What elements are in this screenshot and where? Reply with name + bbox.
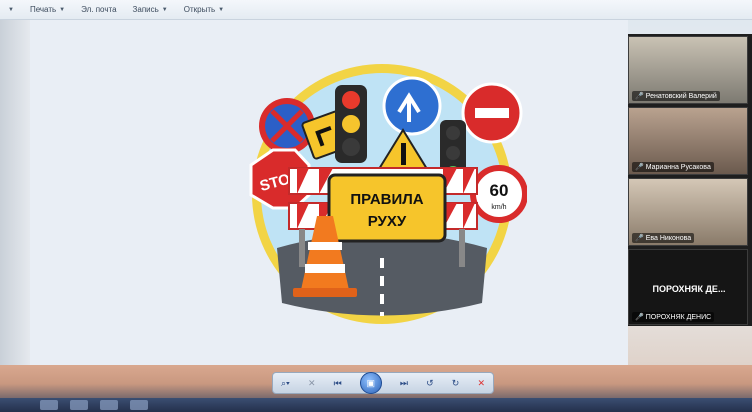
mic-muted-icon: 🎤 (635, 235, 644, 242)
svg-text:km/h: km/h (491, 204, 506, 211)
menu-open[interactable]: Открыть ▼ (184, 5, 224, 14)
rotate-right-icon[interactable]: ↻ (452, 378, 460, 388)
menu-print[interactable]: Печать ▼ (30, 5, 65, 14)
menu-email[interactable]: Эл. почта (81, 5, 116, 14)
left-desktop-strip (0, 20, 30, 365)
participant-label-4: 🎤 ПОРОХНЯК ДЕНИС (632, 312, 715, 322)
magnifier-icon[interactable]: ⌕▾ (281, 378, 290, 388)
viewer-toolbar: ⌕▾ ✕ ⏮ ▣ ⏭ ↺ ↻ ✕ (272, 372, 494, 394)
video-call-panel: 🎤 Ренатовский Валерий 🎤 Марианна Русакова … (628, 34, 752, 326)
taskbar-app-icon[interactable] (70, 400, 88, 410)
road-rules-image: STOP 60 km/h ПРАВИЛА РУХУ (237, 58, 528, 328)
participant-label-2: 🎤 Марианна Русакова (632, 162, 714, 172)
participant-label-3: 🎤 Ева Никонова (632, 233, 695, 243)
direction-sign (382, 76, 442, 136)
close-icon[interactable]: ✕ (308, 378, 316, 388)
traffic-light-center (335, 85, 367, 163)
video-tile-3[interactable]: 🎤 Ева Никонова (628, 178, 748, 246)
video-tile-1[interactable]: 🎤 Ренатовский Валерий (628, 36, 748, 104)
delete-icon[interactable]: ✕ (477, 378, 485, 388)
no-entry-sign (461, 82, 523, 144)
mic-muted-icon: 🎤 (635, 314, 644, 321)
menu-record[interactable]: Запись ▼ (133, 5, 168, 14)
rotate-left-icon[interactable]: ↺ (426, 378, 434, 388)
taskbar-app-icon[interactable] (100, 400, 118, 410)
taskbar-app-icon[interactable] (130, 400, 148, 410)
rules-signboard: ПРАВИЛА РУХУ (327, 173, 447, 243)
rules-title-line2: РУХУ (368, 213, 407, 230)
road-rules-illustration: STOP 60 km/h ПРАВИЛА РУХУ (249, 64, 528, 324)
menu-arrow[interactable]: ▼ (8, 7, 14, 13)
speed-limit-sign: 60 km/h (470, 165, 528, 223)
svg-text:60: 60 (490, 181, 509, 200)
next-icon[interactable]: ⏭ (400, 378, 408, 388)
taskbar-app-icon[interactable] (40, 400, 58, 410)
presenter-big-name: ПОРОХНЯК ДЕ... (652, 284, 726, 294)
previous-icon[interactable]: ⏮ (334, 378, 342, 388)
video-tile-2[interactable]: 🎤 Марианна Русакова (628, 107, 748, 175)
mic-muted-icon: 🎤 (635, 164, 644, 171)
participant-label-1: 🎤 Ренатовский Валерий (632, 91, 720, 101)
rules-title-line1: ПРАВИЛА (350, 191, 423, 208)
video-tile-4[interactable]: ПОРОХНЯК ДЕ... 🎤 ПОРОХНЯК ДЕНИС (628, 249, 748, 325)
menu-bar: ▼ Печать ▼ Эл. почта Запись ▼ Открыть ▼ (0, 0, 752, 20)
slideshow-icon[interactable]: ▣ (359, 372, 382, 394)
mic-muted-icon: 🎤 (635, 93, 644, 100)
